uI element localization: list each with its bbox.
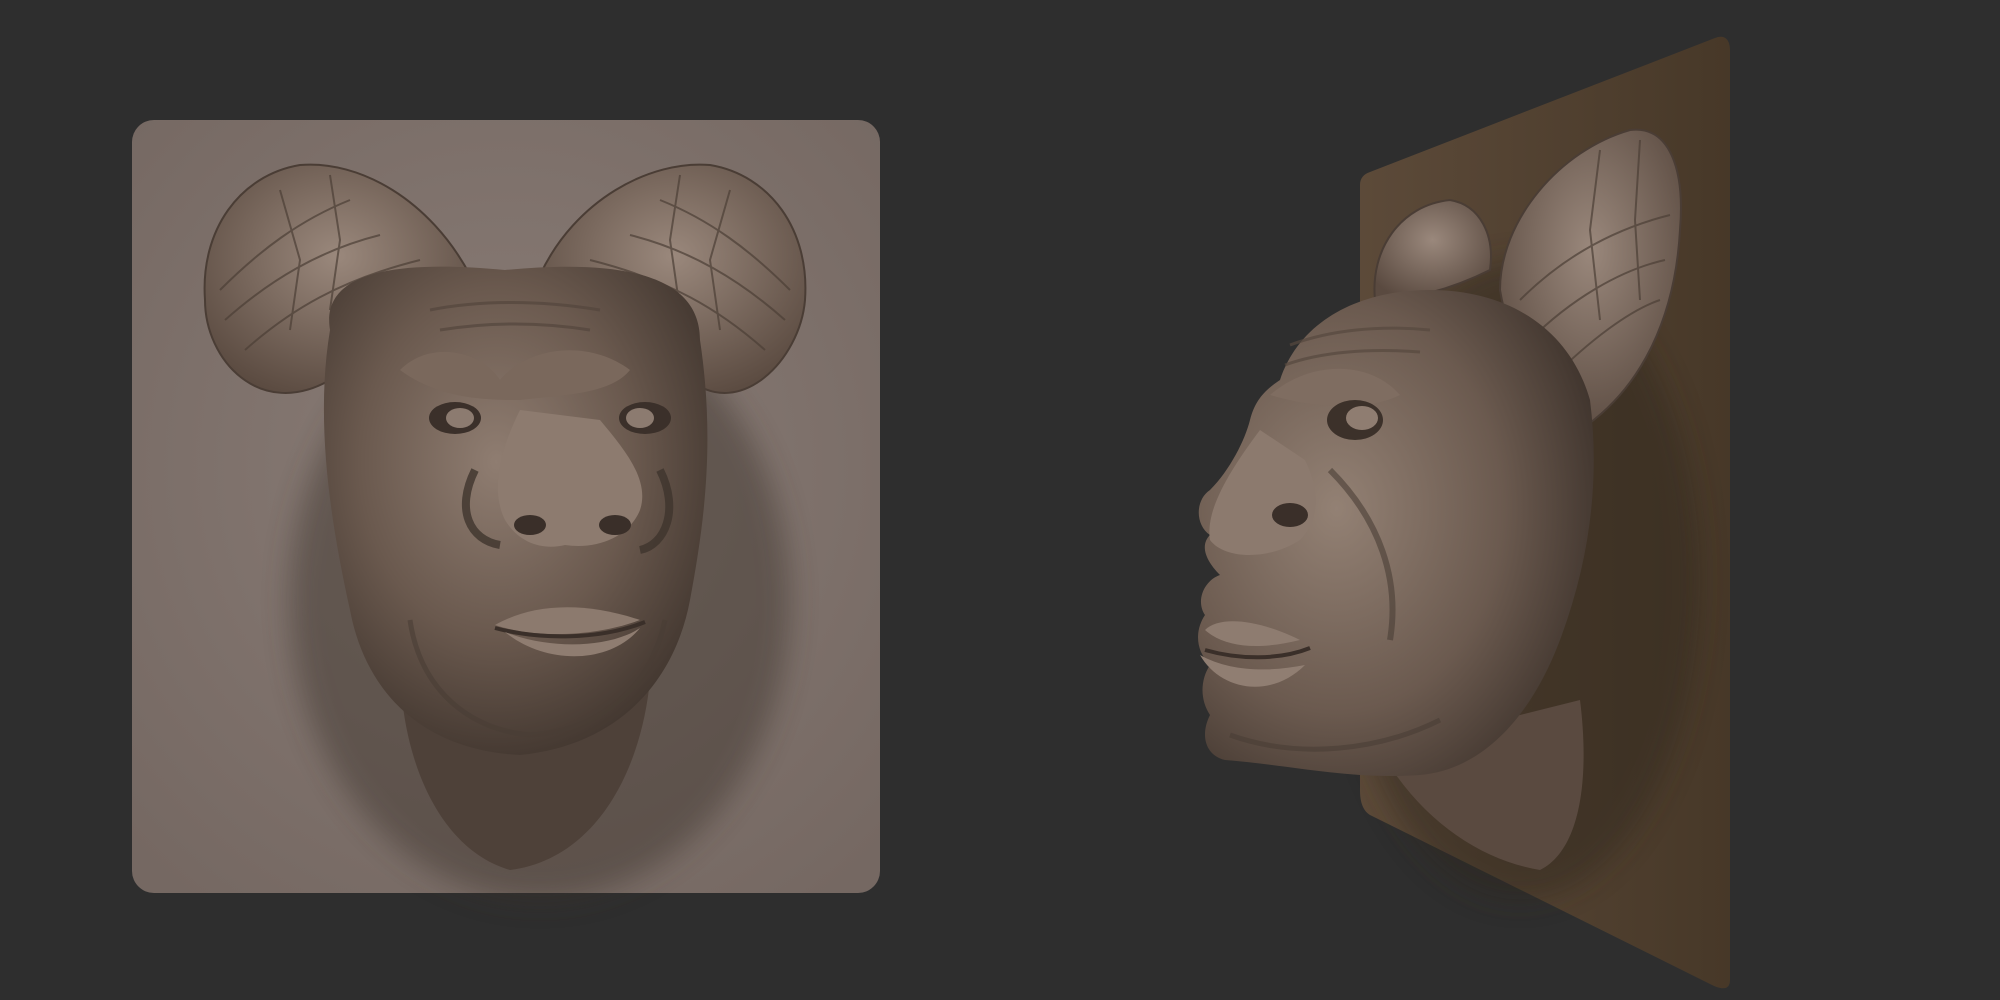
side-nostril bbox=[1272, 503, 1308, 527]
front-view bbox=[132, 120, 880, 900]
sculpt-viewport bbox=[0, 0, 2000, 1000]
front-right-eyeball bbox=[626, 408, 654, 428]
front-left-eyeball bbox=[446, 408, 474, 428]
side-eyeball bbox=[1346, 406, 1378, 430]
front-right-nostril bbox=[599, 515, 631, 535]
sculpt-render bbox=[132, 36, 1730, 989]
front-left-nostril bbox=[514, 515, 546, 535]
three-quarter-view bbox=[1198, 36, 1730, 989]
